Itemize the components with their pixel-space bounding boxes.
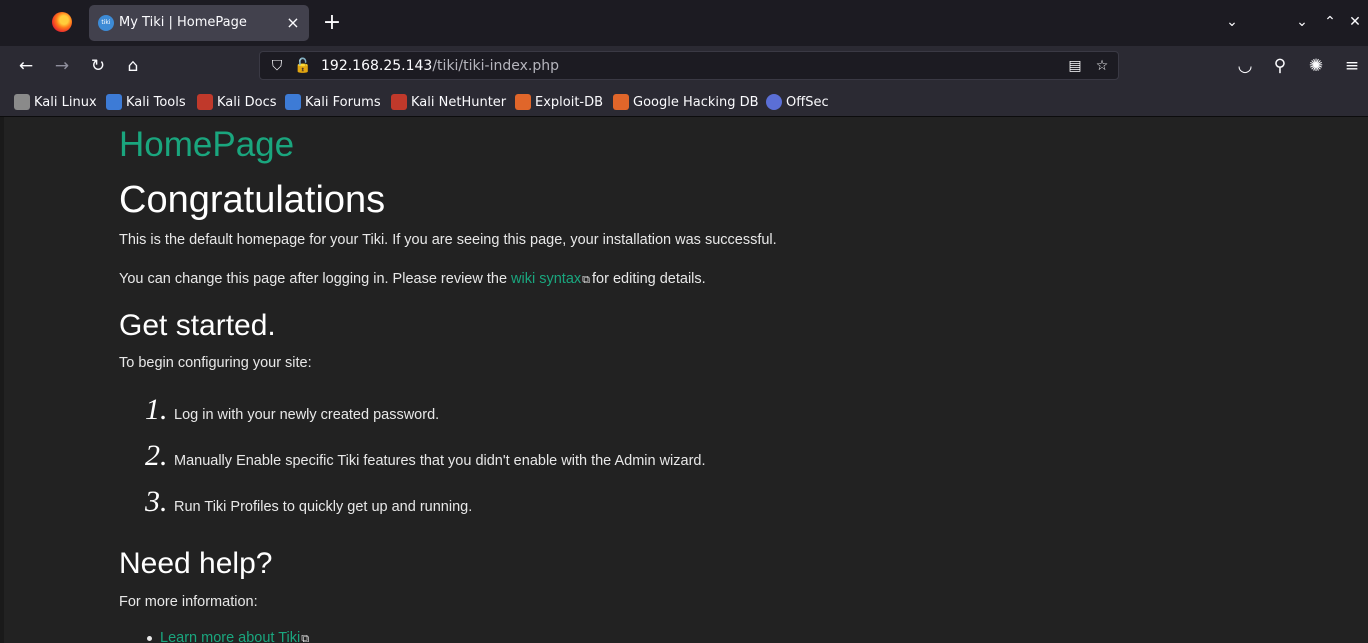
kali-dragon-icon (14, 94, 30, 110)
bookmark-offsec[interactable]: OffSec (766, 93, 829, 111)
reader-view-icon[interactable]: ▤ (1066, 57, 1084, 75)
external-link-icon: ⧉ (301, 633, 310, 643)
url-bar[interactable]: ⛉ 🔓 192.168.25.143/tiki/tiki-index.php ▤… (259, 51, 1119, 80)
bookmark-google-hacking-db[interactable]: Google Hacking DB (613, 93, 759, 111)
exploit-db-icon (515, 94, 531, 110)
insecure-lock-icon[interactable]: 🔓 (294, 57, 312, 75)
left-edge (0, 117, 4, 643)
bookmark-star-icon[interactable]: ☆ (1093, 57, 1111, 75)
url-host: 192.168.25.143 (321, 58, 433, 74)
bookmark-kali-linux[interactable]: Kali Linux (14, 93, 97, 111)
home-icon[interactable]: ⌂ (121, 54, 145, 78)
kali-docs-icon (197, 94, 213, 110)
heading-need-help: Need help? (119, 547, 273, 580)
google-hacking-db-icon (613, 94, 629, 110)
url-text[interactable]: 192.168.25.143/tiki/tiki-index.php (321, 58, 559, 74)
bookmark-kali-nethunter[interactable]: Kali NetHunter (391, 93, 506, 111)
intro-text: This is the default homepage for your Ti… (119, 232, 777, 248)
back-arrow-icon[interactable]: ← (14, 54, 38, 78)
url-path: /tiki/tiki-index.php (432, 58, 559, 74)
bookmark-kali-tools[interactable]: Kali Tools (106, 93, 186, 111)
get-started-intro: To begin configuring your site: (119, 355, 312, 371)
enable-features-link[interactable]: Enable specific Tiki features (236, 453, 416, 469)
kali-forums-icon (285, 94, 301, 110)
bookmarks-toolbar: Kali Linux Kali Tools Kali Docs Kali For… (0, 86, 1368, 117)
bookmark-exploit-db[interactable]: Exploit-DB (515, 93, 603, 111)
tab-bar: tiki My Tiki | HomePage × + ⌄ ⌄ ⌃ ✕ (0, 0, 1368, 46)
kali-tools-icon (106, 94, 122, 110)
list-item-step-3: 3. Run Tiki Profiles to quickly get up an… (145, 485, 473, 518)
external-link-icon: ⧉ (582, 274, 591, 286)
menu-icon[interactable]: ≡ (1340, 54, 1364, 78)
close-window-icon[interactable]: ✕ (1345, 14, 1365, 30)
tab-active[interactable]: tiki My Tiki | HomePage × (89, 5, 309, 41)
extensions-icon[interactable]: ⚲ (1268, 54, 1292, 78)
change-text: You can change this page after logging i… (119, 271, 706, 287)
tiki-favicon-icon: tiki (98, 15, 114, 31)
bullet-dot (147, 635, 152, 641)
tab-close-icon[interactable]: × (283, 13, 303, 33)
page-title[interactable]: HomePage (119, 125, 294, 165)
bookmark-kali-docs[interactable]: Kali Docs (197, 93, 277, 111)
bookmark-kali-forums[interactable]: Kali Forums (285, 93, 381, 111)
nav-bar: ← → ↻ ⌂ ⛉ 🔓 192.168.25.143/tiki/tiki-ind… (0, 46, 1368, 86)
new-tab-button[interactable]: + (320, 12, 344, 36)
minimize-icon[interactable]: ⌄ (1292, 14, 1312, 30)
tiki-profiles-link[interactable]: Tiki Profiles (204, 499, 278, 515)
page-content: HomePage Congratulations This is the def… (0, 117, 1368, 643)
list-all-tabs-icon[interactable]: ⌄ (1222, 14, 1242, 30)
heading-congratulations: Congratulations (119, 179, 386, 221)
firefox-icon[interactable] (52, 12, 72, 32)
offsec-icon (766, 94, 782, 110)
tab-title: My Tiki | HomePage (119, 15, 247, 30)
forward-arrow-icon[interactable]: → (50, 54, 74, 78)
help-list-item: Learn more about Tiki⧉ (147, 630, 311, 643)
list-item-step-1: 1. Log in with your newly created passwor… (145, 393, 440, 426)
pocket-icon[interactable]: ◡ (1233, 54, 1257, 78)
extension-foxy-icon[interactable]: ✺ (1304, 54, 1328, 78)
reload-icon[interactable]: ↻ (86, 54, 110, 78)
kali-nethunter-icon (391, 94, 407, 110)
help-intro: For more information: (119, 594, 258, 610)
heading-get-started: Get started. (119, 309, 276, 342)
shield-icon[interactable]: ⛉ (268, 57, 286, 75)
list-item-step-2: 2. Manually Enable specific Tiki features… (145, 439, 706, 472)
wiki-syntax-link[interactable]: wiki syntax (511, 271, 581, 287)
learn-more-link[interactable]: Learn more about Tiki (160, 630, 300, 643)
maximize-icon[interactable]: ⌃ (1320, 14, 1340, 30)
